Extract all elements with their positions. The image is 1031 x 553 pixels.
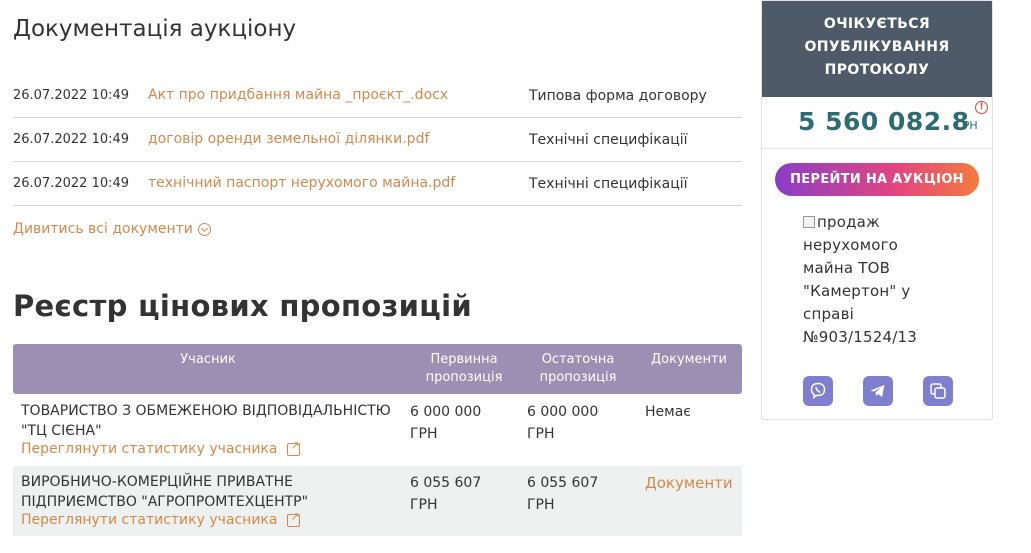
header-first-offer: Первинна пропозиція (425, 352, 503, 385)
document-type: Технічні специфікації (529, 176, 688, 192)
participant-name: ВИРОБНИЧО-КОМЕРЦІЙНЕ ПРИВАТНЕ ПІДПРИЄМСТ… (21, 474, 309, 510)
lot-image-alt: продаж нерухомого майна ТОВ "Камертон" у… (803, 213, 917, 346)
header-participant: Учасник (180, 352, 236, 367)
document-link[interactable]: Акт про придбання майна _проєкт_.docx (148, 87, 448, 103)
stats-label: Переглянути статистику учасника (21, 512, 278, 528)
show-all-documents-link[interactable]: Дивитись всі документи (13, 221, 211, 237)
document-type: Типова форма договору (529, 88, 707, 104)
telegram-icon (870, 385, 885, 397)
info-icon[interactable]: ! (975, 101, 988, 114)
status-label: ОЧІКУЄТЬСЯ ОПУБЛІКУВАННЯ ПРОТОКОЛУ (804, 16, 950, 78)
stats-label: Переглянути статистику учасника (21, 441, 278, 457)
participant-documents-link[interactable]: Документи (645, 472, 733, 494)
price-box: 5 560 082.8 ГРН ! (762, 97, 992, 149)
first-offer-currency: ГРН (410, 426, 438, 442)
lot-image: продаж нерухомого майна ТОВ "Камертон" у… (803, 211, 953, 349)
final-offer: 6 055 607 ГРН (527, 472, 598, 516)
participant-documents: Немає (645, 404, 691, 420)
participant-stats-link[interactable]: Переглянути статистику учасника (21, 510, 301, 528)
participant-name: ТОВАРИСТВО З ОБМЕЖЕНОЮ ВІДПОВІДАЛЬНІСТЮ … (21, 403, 391, 439)
copy-link-button[interactable] (923, 376, 953, 406)
price-currency: ГРН (956, 119, 978, 132)
external-link-icon (287, 439, 301, 456)
document-link[interactable]: договір оренди земельної ділянки.pdf (148, 131, 429, 147)
viber-share-button[interactable] (803, 376, 833, 406)
first-offer: 6 055 607 ГРН (410, 472, 481, 516)
final-offer-currency: ГРН (527, 426, 555, 442)
document-row: 26.07.2022 10:49 договір оренди земельно… (13, 118, 742, 162)
auction-price: 5 560 082.8 (798, 107, 970, 136)
bids-table-header: Учасник Первинна пропозиція Остаточна пр… (13, 344, 742, 394)
broken-image-icon (803, 216, 815, 228)
header-final-offer: Остаточна пропозиція (539, 352, 617, 385)
document-row: 26.07.2022 10:49 технічний паспорт нерух… (13, 162, 742, 206)
first-offer-value: 6 000 000 (410, 404, 482, 420)
final-offer-value: 6 000 000 (527, 404, 599, 420)
chevron-down-circle-icon (197, 222, 211, 236)
copy-icon (930, 383, 946, 399)
table-row: ВИРОБНИЧО-КОМЕРЦІЙНЕ ПРИВАТНЕ ПІДПРИЄМСТ… (13, 466, 742, 536)
first-offer-currency: ГРН (410, 497, 438, 513)
document-link[interactable]: технічний паспорт нерухомого майна.pdf (148, 175, 455, 191)
external-link-icon (287, 510, 301, 527)
registry-title: Реєстр цінових пропозицій (13, 289, 472, 323)
final-offer: 6 000 000 ГРН (527, 401, 598, 445)
participant-stats-link[interactable]: Переглянути статистику учасника (21, 439, 301, 457)
document-date: 26.07.2022 10:49 (13, 176, 130, 191)
viber-icon (810, 382, 826, 400)
auction-status: ОЧІКУЄТЬСЯ ОПУБЛІКУВАННЯ ПРОТОКОЛУ (762, 1, 992, 97)
table-row: ТОВАРИСТВО З ОБМЕЖЕНОЮ ВІДПОВІДАЛЬНІСТЮ … (13, 395, 742, 465)
show-all-label: Дивитись всі документи (13, 221, 193, 237)
final-offer-value: 6 055 607 (527, 475, 599, 491)
document-type: Технічні специфікації (529, 132, 688, 148)
auction-sidebar: ОЧІКУЄТЬСЯ ОПУБЛІКУВАННЯ ПРОТОКОЛУ 5 560… (761, 0, 993, 420)
final-offer-currency: ГРН (527, 497, 555, 513)
header-documents: Документи (651, 352, 727, 367)
documents-title: Документація аукціону (13, 16, 297, 42)
go-to-auction-button[interactable]: ПЕРЕЙТИ НА АУКЦІОН (775, 163, 979, 196)
document-date: 26.07.2022 10:49 (13, 88, 130, 103)
first-offer-value: 6 055 607 (410, 475, 482, 491)
first-offer: 6 000 000 ГРН (410, 401, 481, 445)
telegram-share-button[interactable] (863, 376, 893, 406)
document-date: 26.07.2022 10:49 (13, 132, 130, 147)
document-row: 26.07.2022 10:49 Акт про придбання майна… (13, 74, 742, 118)
